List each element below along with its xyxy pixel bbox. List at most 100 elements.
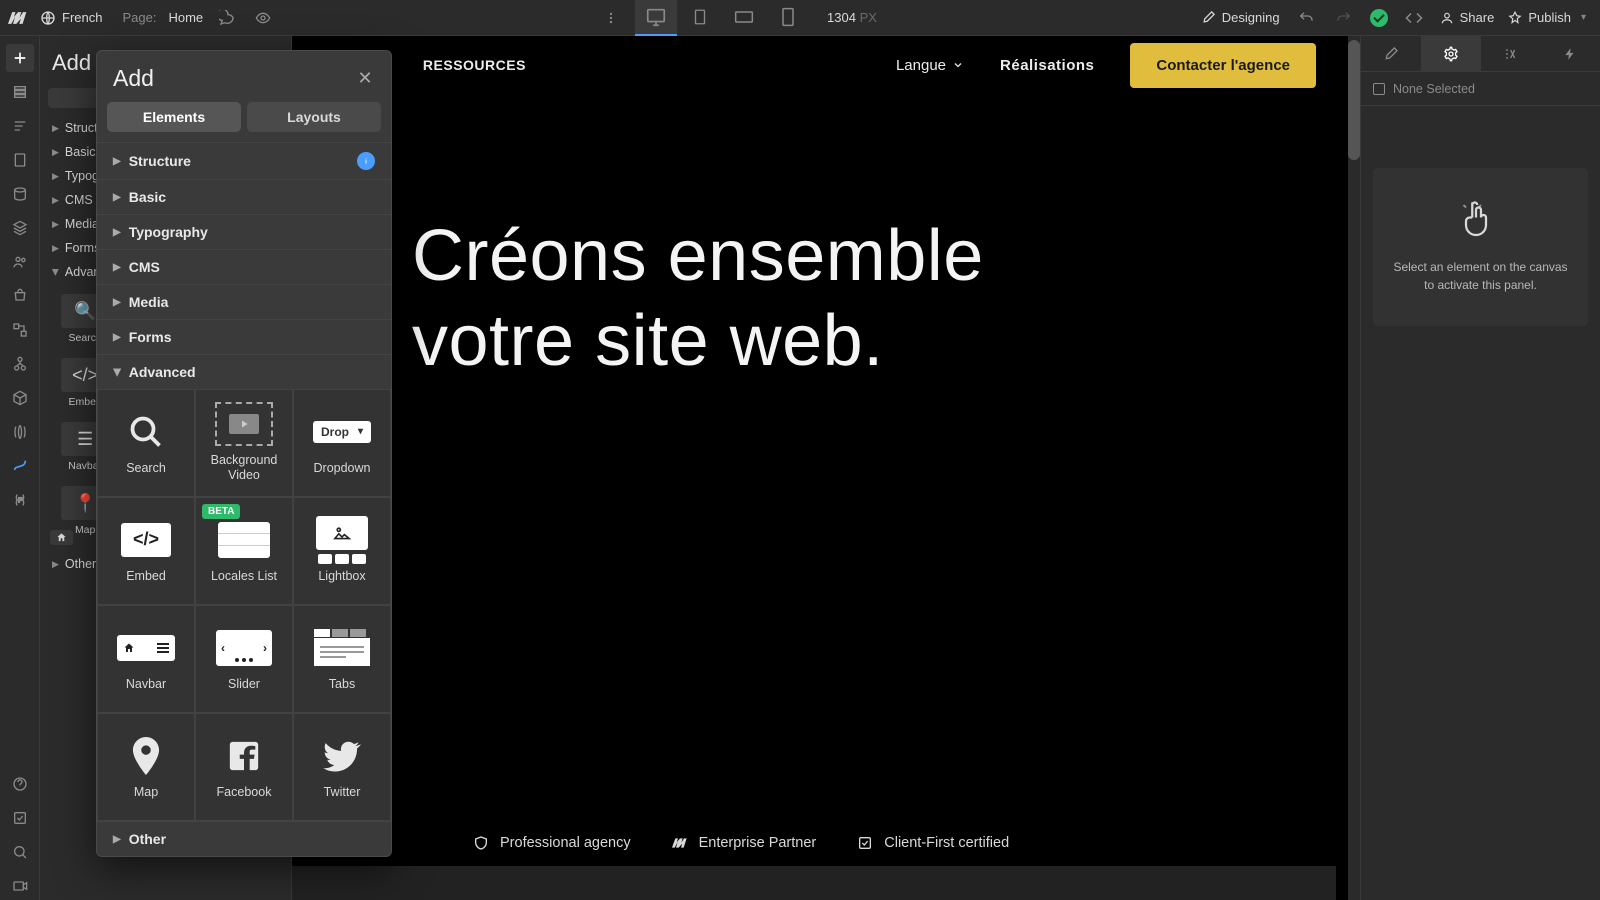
ecommerce-tool[interactable] <box>6 282 34 310</box>
element-search-label: Search <box>126 461 166 476</box>
audit-tool[interactable] <box>6 804 34 832</box>
badge-enterprise[interactable]: Enterprise Partner <box>671 834 817 852</box>
site-nav-realisations[interactable]: Réalisations <box>1000 57 1094 74</box>
hero-heading[interactable]: Créons ensemble votre site web. <box>412 214 1288 384</box>
hero-line-2: votre site web. <box>412 301 884 381</box>
apps-tool[interactable] <box>6 350 34 378</box>
assets-tool[interactable] <box>6 214 34 242</box>
publish-button[interactable]: Publish ▾ <box>1508 10 1586 25</box>
map-pin-icon <box>131 737 161 775</box>
brush-icon <box>1201 10 1216 25</box>
webflow-icon <box>671 834 689 852</box>
element-background-video[interactable]: Background Video <box>195 389 293 497</box>
element-map[interactable]: Map <box>97 713 195 821</box>
comments-icon[interactable] <box>215 6 239 30</box>
top-bar: French Page: Home 1304 PX <box>0 0 1600 36</box>
svg-text:F: F <box>18 496 23 505</box>
breakpoint-tablet[interactable] <box>679 0 721 36</box>
designing-mode[interactable]: Designing <box>1201 10 1280 25</box>
tab-layouts[interactable]: Layouts <box>247 102 381 132</box>
locale-name: French <box>62 10 102 25</box>
page-name[interactable]: Home <box>168 10 203 25</box>
element-locales-list[interactable]: BETA Locales List <box>195 497 293 605</box>
cat-cms[interactable]: ▶CMS <box>97 249 391 284</box>
element-dropdown[interactable]: Drop▾ Dropdown <box>293 389 391 497</box>
site-cta-button[interactable]: Contacter l'agence <box>1130 43 1316 88</box>
code-export-icon[interactable] <box>1402 6 1426 30</box>
site-nav-ressources[interactable]: RESSOURCES <box>423 57 526 73</box>
path-tool[interactable] <box>6 452 34 480</box>
rp-tab-settings[interactable] <box>1421 36 1481 71</box>
click-cursor-icon <box>1461 200 1501 240</box>
redo-icon[interactable] <box>1332 6 1356 30</box>
cat-media[interactable]: ▶Media <box>97 284 391 319</box>
element-lightbox[interactable]: Lightbox <box>293 497 391 605</box>
canvas-scrollbar[interactable] <box>1348 36 1360 900</box>
box-tool[interactable] <box>6 384 34 412</box>
share-button[interactable]: Share <box>1440 10 1495 25</box>
canvas-width-display[interactable]: 1304 PX <box>827 10 877 25</box>
rp-tab-style[interactable] <box>1361 36 1421 71</box>
element-navbar[interactable]: Navbar <box>97 605 195 713</box>
logic-tool[interactable] <box>6 316 34 344</box>
element-bgvideo-label: Background Video <box>200 453 288 483</box>
cat-advanced[interactable]: ▶Advanced <box>97 354 391 389</box>
element-slider[interactable]: ‹› Slider <box>195 605 293 713</box>
badge-professional-label: Professional agency <box>500 835 631 851</box>
placeholder-text: Select an element on the canvas to activ… <box>1391 258 1570 294</box>
close-icon[interactable]: ✕ <box>355 69 375 89</box>
breakpoint-menu-icon[interactable] <box>599 6 623 30</box>
save-status-icon[interactable] <box>1370 9 1388 27</box>
element-navbar-label: Navbar <box>126 677 166 692</box>
element-search[interactable]: Search <box>97 389 195 497</box>
navigator-tool[interactable] <box>6 112 34 140</box>
element-facebook[interactable]: Facebook <box>195 713 293 821</box>
selection-indicator[interactable]: None Selected <box>1361 72 1600 106</box>
font-tool[interactable]: F <box>6 486 34 514</box>
selected-page-chip[interactable] <box>50 530 73 545</box>
element-embed[interactable]: </> Embed <box>97 497 195 605</box>
users-tool[interactable] <box>6 248 34 276</box>
rp-tab-interactions[interactable] <box>1540 36 1600 71</box>
check-badge-icon <box>856 834 874 852</box>
site-lang-selector[interactable]: Langue <box>896 57 964 74</box>
element-twitter[interactable]: Twitter <box>293 713 391 821</box>
hero-section: Créons ensemble votre site web. <box>292 94 1348 444</box>
add-elements-tool[interactable] <box>6 44 34 72</box>
add-popover: Add ✕ Elements Layouts ▶Structure ▶Basic… <box>96 50 392 857</box>
cms-tool[interactable] <box>6 180 34 208</box>
badge-clientfirst[interactable]: Client-First certified <box>856 834 1009 852</box>
locale-selector[interactable]: French <box>40 10 102 26</box>
site-footer-strip <box>292 866 1336 900</box>
video-tool[interactable] <box>6 872 34 900</box>
pages-tool[interactable] <box>6 78 34 106</box>
breakpoint-desktop[interactable] <box>635 0 677 36</box>
webflow-logo-icon[interactable] <box>8 8 28 28</box>
preview-icon[interactable] <box>251 6 275 30</box>
tab-elements[interactable]: Elements <box>107 102 241 132</box>
breakpoint-switcher: 1304 PX <box>275 0 1201 36</box>
cat-other[interactable]: ▶Other <box>97 821 391 856</box>
canvas-width-value: 1304 <box>827 10 856 25</box>
variables-tool[interactable] <box>6 418 34 446</box>
help-tool[interactable] <box>6 770 34 798</box>
components-tool[interactable] <box>6 146 34 174</box>
find-tool[interactable] <box>6 838 34 866</box>
info-icon[interactable] <box>357 152 375 170</box>
site-badges-row: Professional agency Enterprise Partner C… <box>472 834 1009 852</box>
scrollbar-thumb[interactable] <box>1348 40 1360 160</box>
cat-forms[interactable]: ▶Forms <box>97 319 391 354</box>
breakpoint-mobile-landscape[interactable] <box>723 0 765 36</box>
page-label: Page: <box>122 10 156 25</box>
undo-icon[interactable] <box>1294 6 1318 30</box>
cat-basic[interactable]: ▶Basic <box>97 179 391 214</box>
cat-structure[interactable]: ▶Structure <box>97 142 391 179</box>
breakpoint-mobile-portrait[interactable] <box>767 0 809 36</box>
element-tabs[interactable]: Tabs <box>293 605 391 713</box>
chevron-right-icon: › <box>263 641 267 655</box>
design-canvas[interactable]: AGENCE RESSOURCES Langue Réalisations Co… <box>292 36 1348 900</box>
settings-placeholder: Select an element on the canvas to activ… <box>1373 168 1588 326</box>
cat-typography[interactable]: ▶Typography <box>97 214 391 249</box>
rp-tab-style-manager[interactable] <box>1481 36 1541 71</box>
badge-professional[interactable]: Professional agency <box>472 834 631 852</box>
